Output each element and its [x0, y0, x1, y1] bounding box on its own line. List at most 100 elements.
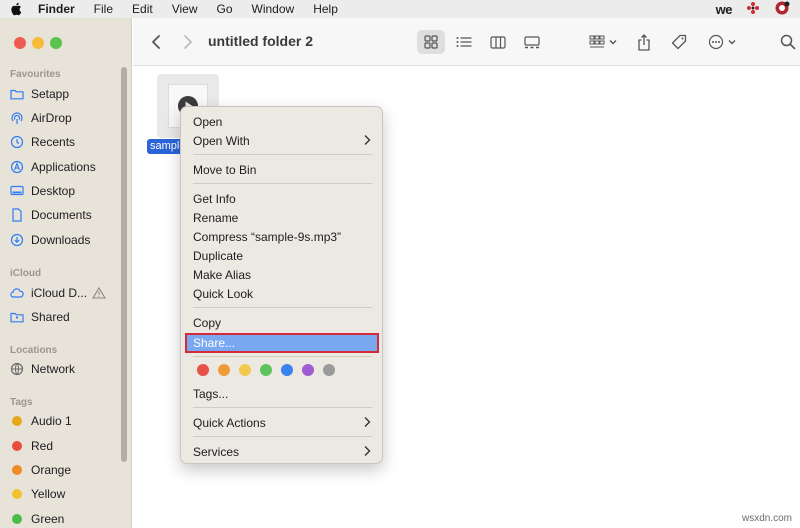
menu-separator	[193, 356, 372, 357]
desktop-icon	[10, 184, 24, 198]
dots-app-icon[interactable]	[746, 1, 760, 18]
sidebar-item-recents[interactable]: Recents	[10, 132, 75, 152]
menu-item-move-to-bin[interactable]: Move to Bin	[193, 160, 371, 179]
menu-item-rename[interactable]: Rename	[193, 208, 371, 227]
toolbar: untitled folder 2	[133, 18, 800, 66]
menu-item-quick-look[interactable]: Quick Look	[193, 284, 371, 303]
share-icon	[638, 33, 650, 51]
group-by-button[interactable]	[585, 30, 621, 54]
menu-help[interactable]: Help	[313, 2, 338, 16]
tag-color-orange[interactable]	[218, 364, 230, 376]
sidebar-section-icloud: iCloud	[10, 268, 42, 279]
icon-view-button[interactable]	[417, 30, 445, 54]
menu-window[interactable]: Window	[252, 2, 295, 16]
zoom-button[interactable]	[50, 37, 62, 49]
list-view-button[interactable]	[451, 30, 477, 54]
chevron-left-icon	[152, 35, 160, 49]
sidebar-tag-green[interactable]: Green	[10, 509, 64, 528]
tag-color-picker	[197, 364, 335, 376]
minimize-button[interactable]	[32, 37, 44, 49]
sidebar-item-shared[interactable]: Shared	[10, 307, 70, 327]
sidebar-item-label: Green	[31, 512, 65, 526]
tag-dot	[12, 465, 22, 475]
airdrop-icon	[10, 111, 24, 125]
sidebar-tag-red[interactable]: Red	[10, 436, 53, 456]
sidebar-item-network[interactable]: Network	[10, 359, 75, 379]
share-button[interactable]	[633, 30, 655, 54]
sidebar-item-label: Yellow	[31, 487, 66, 501]
menu-item-label: Tags...	[193, 386, 229, 401]
menu-separator	[193, 307, 372, 308]
menu-item-open-with[interactable]: Open With	[193, 131, 371, 150]
menu-item-quick-actions[interactable]: Quick Actions	[193, 413, 371, 432]
sidebar-tag-yellow[interactable]: Yellow	[10, 484, 65, 504]
context-menu: Open Open With Move to Bin Get Info Rena…	[180, 106, 383, 464]
tag-color-yellow[interactable]	[239, 364, 251, 376]
gallery-view-button[interactable]	[519, 30, 545, 54]
sidebar-item-airdrop[interactable]: AirDrop	[10, 108, 72, 128]
menu-go[interactable]: Go	[217, 2, 233, 16]
window-title: untitled folder 2	[208, 33, 313, 49]
download-icon	[10, 233, 24, 247]
sidebar-tag-orange[interactable]: Orange	[10, 460, 71, 480]
close-button[interactable]	[14, 37, 26, 49]
sidebar-item-icloud-drive[interactable]: iCloud D...	[10, 283, 107, 303]
sidebar-item-applications[interactable]: Applications	[10, 157, 96, 177]
menubar-extras: we	[716, 1, 790, 18]
tag-dot	[12, 489, 22, 499]
chevron-down-icon	[728, 40, 735, 45]
menu-item-services[interactable]: Services	[193, 442, 371, 461]
cloud-icon	[10, 286, 24, 300]
tag-color-green[interactable]	[260, 364, 272, 376]
menu-item-compress[interactable]: Compress “sample-9s.mp3”	[193, 227, 371, 246]
menu-item-get-info[interactable]: Get Info	[193, 189, 371, 208]
sidebar-item-desktop[interactable]: Desktop	[10, 181, 75, 201]
sidebar-item-setapp[interactable]: Setapp	[10, 84, 69, 104]
menu-item-open[interactable]: Open	[193, 112, 371, 131]
we-logo[interactable]: we	[716, 2, 733, 17]
chevron-right-icon	[184, 35, 192, 49]
tag-color-blue[interactable]	[281, 364, 293, 376]
chevron-right-icon	[364, 446, 371, 456]
sidebar-tag-audio-1[interactable]: Audio 1	[10, 411, 72, 431]
menu-item-tags[interactable]: Tags...	[193, 384, 371, 403]
tag-color-purple[interactable]	[302, 364, 314, 376]
sidebar-item-label: Red	[31, 439, 54, 453]
list-icon	[456, 37, 472, 47]
menu-separator	[193, 183, 372, 184]
status-app-icon[interactable]	[774, 1, 790, 18]
menu-item-duplicate[interactable]: Duplicate	[193, 246, 371, 265]
tag-color-gray[interactable]	[323, 364, 335, 376]
menu-item-label: Copy	[193, 315, 222, 330]
menu-item-copy[interactable]: Copy	[193, 313, 371, 332]
column-view-button[interactable]	[485, 30, 511, 54]
sidebar-scrollbar[interactable]	[121, 67, 127, 462]
search-icon	[780, 34, 796, 50]
clock-icon	[10, 135, 24, 149]
search-button[interactable]	[778, 30, 798, 54]
warning-icon	[92, 287, 107, 299]
sidebar-item-downloads[interactable]: Downloads	[10, 230, 90, 250]
menu-item-label: Services	[193, 444, 240, 459]
menu-item-share[interactable]: Share...	[185, 333, 379, 353]
tag-color-red[interactable]	[197, 364, 209, 376]
tag-dot	[12, 441, 22, 451]
menu-separator	[193, 436, 372, 437]
tag-button[interactable]	[668, 30, 690, 54]
menu-item-make-alias[interactable]: Make Alias	[193, 265, 371, 284]
group-grid-icon	[589, 35, 604, 48]
forward-button[interactable]	[179, 30, 197, 54]
menu-item-label: Open With	[193, 133, 250, 148]
menu-edit[interactable]: Edit	[132, 2, 153, 16]
menu-file[interactable]: File	[94, 2, 113, 16]
apple-icon[interactable]	[10, 2, 24, 16]
menu-item-label: Duplicate	[193, 248, 244, 263]
sidebar-item-label: Shared	[31, 310, 70, 324]
menu-view[interactable]: View	[172, 2, 198, 16]
action-menu-button[interactable]	[705, 30, 739, 54]
menu-item-label: Share...	[193, 336, 236, 350]
menu-bar: Finder File Edit View Go Window Help we	[0, 0, 800, 18]
menu-finder[interactable]: Finder	[38, 2, 75, 16]
back-button[interactable]	[147, 30, 165, 54]
sidebar-item-documents[interactable]: Documents	[10, 205, 92, 225]
